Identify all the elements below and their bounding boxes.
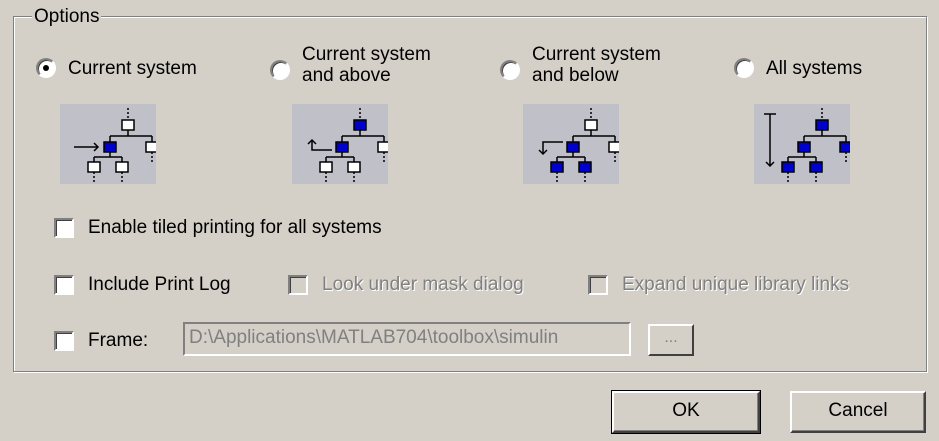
expand-library-links-label: Expand unique library links	[622, 274, 850, 295]
radio-label-current-and-below: Current system and below	[532, 44, 661, 86]
hierarchy-all-icon	[754, 104, 850, 184]
options-group-title: Options	[32, 6, 102, 28]
radio-button-all-systems[interactable]	[734, 58, 754, 78]
radio-label-current-system: Current system	[68, 58, 197, 79]
cancel-button[interactable]: Cancel	[790, 391, 926, 433]
print-log-option[interactable]: Include Print Log	[54, 274, 231, 296]
hierarchy-above-icon	[292, 104, 388, 184]
look-under-mask-checkbox[interactable]	[288, 275, 308, 295]
radio-all-systems[interactable]: All systems	[734, 58, 862, 79]
frame-option[interactable]: Frame:	[54, 330, 148, 352]
print-log-label: Include Print Log	[88, 274, 231, 295]
print-options-dialog: Options Current system Current system an…	[0, 0, 939, 441]
expand-library-links-option[interactable]: Expand unique library links	[588, 274, 849, 296]
radio-button-current-and-below[interactable]	[500, 60, 520, 80]
expand-library-links-checkbox[interactable]	[588, 275, 608, 295]
look-under-mask-label: Look under mask dialog	[322, 274, 524, 295]
tiled-printing-option[interactable]: Enable tiled printing for all systems	[54, 217, 382, 239]
hierarchy-below-icon	[523, 104, 619, 184]
look-under-mask-option[interactable]: Look under mask dialog	[288, 274, 524, 296]
tiled-printing-checkbox[interactable]	[54, 218, 74, 238]
frame-checkbox[interactable]	[54, 331, 74, 351]
radio-button-current-and-above[interactable]	[270, 60, 290, 80]
ok-button[interactable]: OK	[611, 390, 761, 434]
tiled-printing-label: Enable tiled printing for all systems	[88, 217, 382, 238]
radio-current-and-above[interactable]: Current system and above	[270, 44, 431, 86]
radio-label-all-systems: All systems	[766, 58, 863, 79]
radio-current-and-below[interactable]: Current system and below	[500, 44, 661, 86]
radio-label-current-and-above: Current system and above	[302, 44, 431, 86]
radio-button-current-system[interactable]	[36, 58, 56, 78]
print-log-checkbox[interactable]	[54, 275, 74, 295]
frame-browse-button[interactable]: ...	[648, 324, 694, 356]
frame-path-input[interactable]: D:\Applications\MATLAB704\toolbox\simuli…	[183, 322, 631, 356]
frame-label: Frame:	[88, 330, 149, 351]
radio-current-system[interactable]: Current system	[36, 58, 197, 79]
hierarchy-current-icon	[60, 104, 156, 184]
